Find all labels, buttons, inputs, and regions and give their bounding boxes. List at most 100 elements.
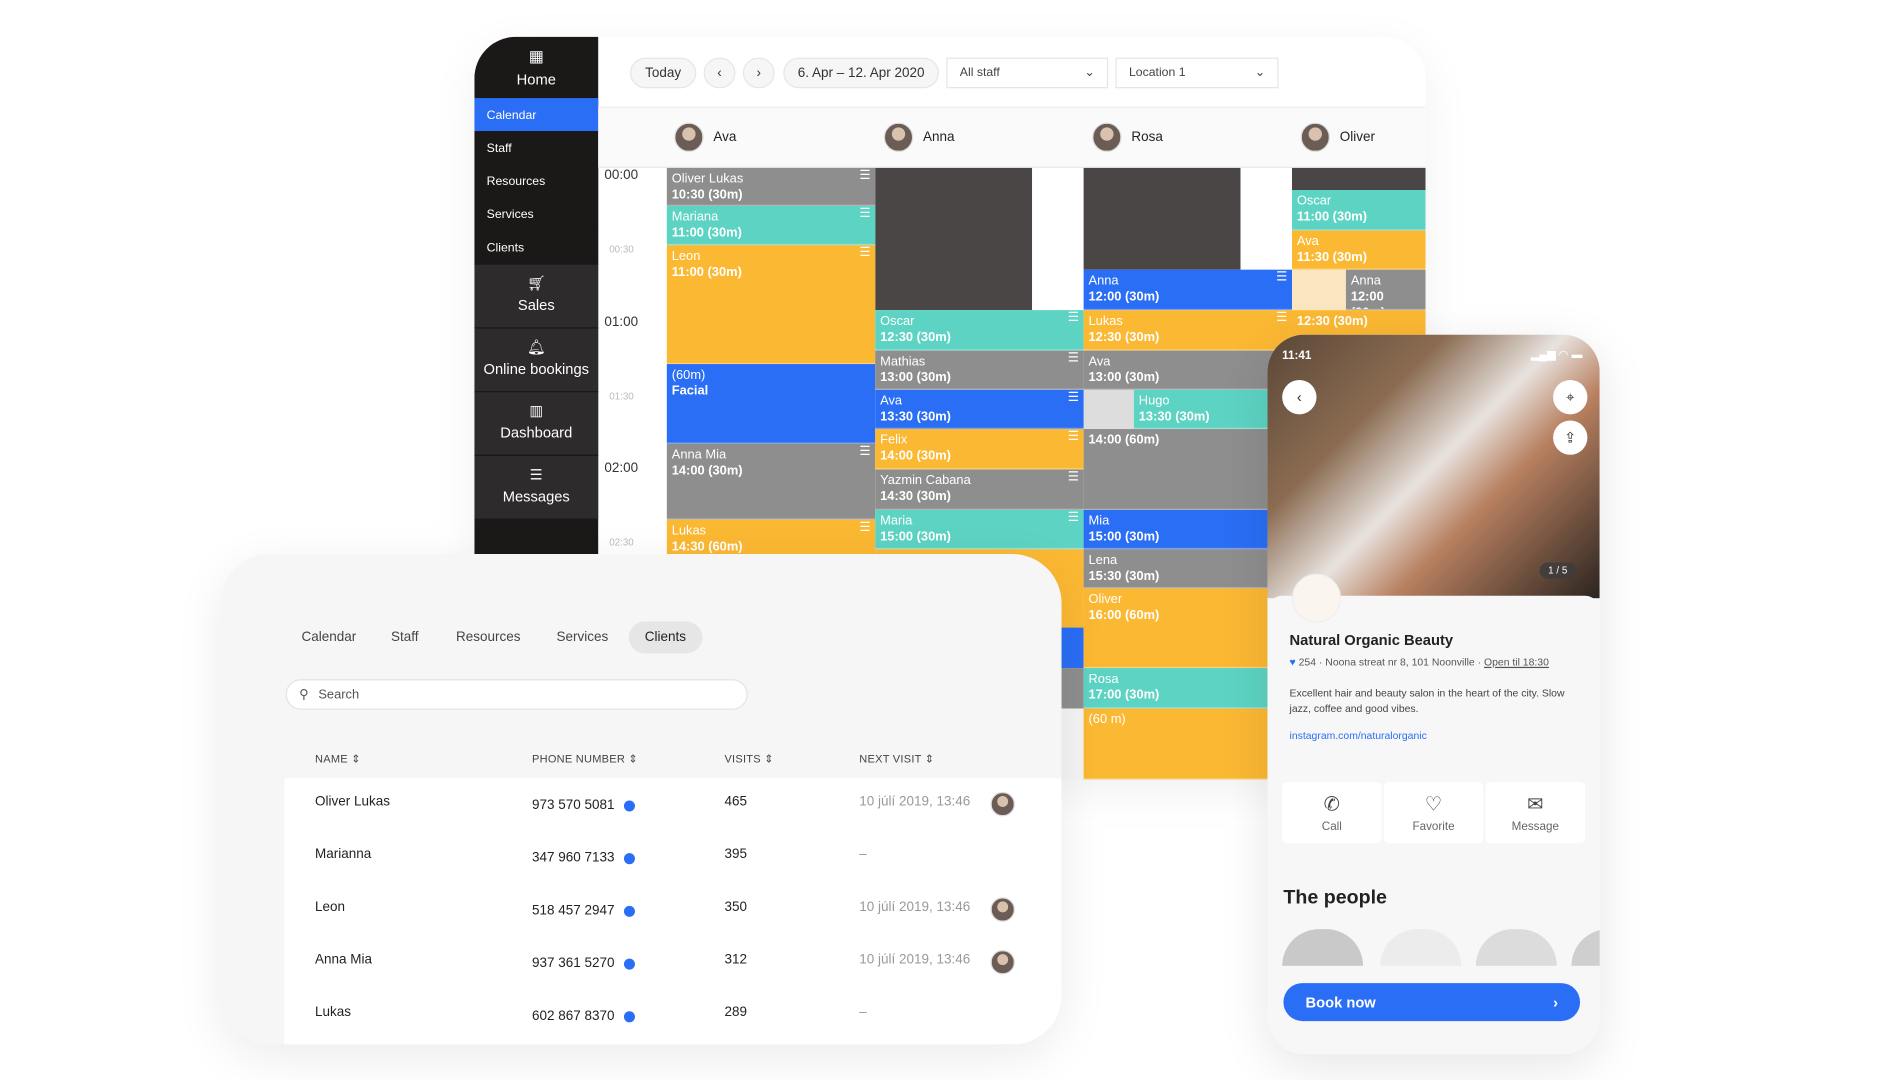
staff-ava[interactable]: Ava	[674, 122, 736, 152]
clients-table: Oliver Lukas 973 570 5081 465 10 júlí 20…	[284, 778, 1062, 1045]
chat-icon[interactable]	[624, 1010, 636, 1022]
appointment-time: 15:00 (30m)	[1088, 529, 1160, 545]
table-row[interactable]: Oliver Lukas 973 570 5081 465 10 júlí 20…	[284, 778, 1061, 831]
drag-handle-icon[interactable]: ☰	[859, 208, 870, 220]
drag-handle-icon[interactable]: ☰	[1068, 312, 1079, 324]
appointment-block[interactable]: Mia 15:00 (30m)	[1083, 509, 1268, 550]
appointment-time: 13:00 (30m)	[880, 370, 951, 385]
instagram-link[interactable]: instagram.com/naturalorganic	[1290, 729, 1427, 741]
appointment-block[interactable]: Ava 13:30 (30m) ☰	[875, 389, 1084, 430]
appointment-block[interactable]: Anna 12:00 (30m) ☰	[1083, 269, 1292, 311]
column-header-visits[interactable]: VISITS ⇕	[724, 753, 773, 766]
appointment-block[interactable]: Anna12:00 (30m)	[1345, 269, 1426, 311]
bell-icon: 🔔︎	[526, 338, 546, 356]
location-button[interactable]: ⌖	[1553, 379, 1588, 415]
chat-icon[interactable]	[624, 799, 636, 811]
drag-handle-icon[interactable]: ☰	[859, 247, 870, 259]
staff-rosa[interactable]: Rosa	[1092, 122, 1163, 152]
sidebar-item-messages[interactable]: ☰ Messages	[474, 454, 599, 519]
appointment-block[interactable]: Oscar 11:00 (30m)	[1291, 189, 1426, 231]
sidebar-item-clients[interactable]: Clients	[474, 230, 599, 264]
appointment-block[interactable]: Oliver Lukas 10:30 (30m) ☰	[666, 167, 876, 206]
drag-handle-icon[interactable]: ☰	[1068, 471, 1079, 483]
sidebar-item-resources[interactable]: Resources	[474, 164, 599, 198]
opening-hours[interactable]: Open til 18:30	[1484, 656, 1549, 668]
table-row[interactable]: Leon 518 457 2947 350 10 júlí 2019, 13:4…	[284, 884, 1061, 937]
column-header-phone[interactable]: PHONE NUMBER ⇕	[532, 753, 638, 766]
appointment-block[interactable]: Ava 11:30 (30m)	[1291, 230, 1426, 270]
chat-icon[interactable]	[624, 958, 636, 970]
appointment-block[interactable]: Lena 15:30 (30m)	[1083, 549, 1268, 589]
appointment-block[interactable]: Mariana 11:00 (30m) ☰	[666, 205, 876, 246]
tab-clients[interactable]: Clients	[628, 621, 702, 654]
location-select[interactable]: Location 1 ⌄	[1115, 57, 1279, 89]
table-row[interactable]: Anna Mia 937 361 5270 312 10 júlí 2019, …	[284, 937, 1061, 990]
client-phone: 347 960 7133	[532, 851, 636, 865]
appointment-block[interactable]: 12:30 (30m)	[1291, 310, 1426, 338]
appointment-block[interactable]: Leon 11:00 (30m) ☰	[666, 245, 876, 365]
column-header-next-visit[interactable]: NEXT VISIT ⇕	[859, 753, 934, 766]
appointment-time: 16:00 (60m)	[1088, 607, 1160, 623]
chat-icon[interactable]	[624, 905, 636, 917]
sidebar-home[interactable]: ▦ Home	[474, 37, 598, 98]
tab-staff[interactable]: Staff	[391, 621, 419, 653]
appointment-block[interactable]: Mathias 13:00 (30m) ☰	[875, 350, 1084, 390]
staff-oliver[interactable]: Oliver	[1300, 122, 1375, 152]
sidebar-item-calendar[interactable]: Calendar	[474, 98, 599, 132]
drag-handle-icon[interactable]: ☰	[859, 446, 870, 458]
appointment-block[interactable]: Hugo 13:30 (30m)	[1133, 389, 1268, 430]
drag-handle-icon[interactable]: ☰	[1068, 352, 1079, 364]
tab-services[interactable]: Services	[557, 621, 609, 653]
tab-resources[interactable]: Resources	[456, 621, 520, 653]
tab-calendar[interactable]: Calendar	[302, 621, 357, 653]
search-input[interactable]: ⚲ Search	[285, 679, 748, 710]
message-button[interactable]: ✉ Message	[1485, 782, 1585, 844]
next-week-button[interactable]: ›	[742, 57, 775, 89]
share-button[interactable]: ⇪	[1553, 420, 1588, 455]
status-clock: 11:41	[1282, 349, 1312, 363]
sidebar-item-staff[interactable]: Staff	[474, 131, 599, 165]
appointment-block[interactable]: Oscar 12:30 (30m) ☰	[875, 310, 1084, 351]
book-now-button[interactable]: Book now ›	[1283, 983, 1581, 1022]
appointment-block[interactable]: (60 m)	[1083, 708, 1268, 780]
staff-select[interactable]: All staff ⌄	[946, 57, 1109, 89]
drag-handle-icon[interactable]: ☰	[1068, 392, 1079, 404]
drag-handle-icon[interactable]: ☰	[859, 522, 870, 534]
appointment-time: Facial	[671, 383, 709, 399]
drag-handle-icon[interactable]: ☰	[859, 170, 870, 182]
column-header-name[interactable]: NAME ⇕	[315, 753, 361, 766]
date-range[interactable]: 6. Apr – 12. Apr 2020	[783, 57, 939, 89]
back-button[interactable]: ‹	[1282, 379, 1317, 415]
drag-handle-icon[interactable]: ☰	[1068, 512, 1079, 524]
appointment-time: 12:30 (30m)	[1296, 313, 1368, 329]
appointment-block[interactable]: Maria 15:00 (30m) ☰	[875, 509, 1084, 550]
appointment-name: Anna	[1350, 273, 1381, 289]
staff-anna[interactable]: Anna	[883, 122, 955, 152]
chat-icon[interactable]	[624, 852, 636, 864]
appointment-block[interactable]: Rosa 17:00 (30m)	[1083, 668, 1268, 709]
calendar-icon: ▦	[528, 46, 544, 65]
appointment-block[interactable]: Anna Mia 14:00 (30m) ☰	[666, 443, 876, 520]
appointment-block[interactable]: (60m) Facial	[666, 364, 876, 444]
sidebar-item-services[interactable]: Services	[474, 197, 599, 231]
appointment-block[interactable]: 14:00 (60m)	[1083, 429, 1268, 510]
today-button[interactable]: Today	[630, 57, 697, 89]
prev-week-button[interactable]: ‹	[703, 57, 736, 89]
appointment-block[interactable]: Yazmin Cabana 14:30 (30m) ☰	[875, 469, 1084, 510]
call-button[interactable]: ✆ Call	[1282, 782, 1382, 844]
appointment-name: Felix	[880, 432, 908, 448]
sidebar-item-dashboard[interactable]: ▥ Dashboard	[474, 391, 599, 455]
sidebar-item-online-bookings[interactable]: 🔔︎ Online bookings	[474, 327, 599, 392]
appointment-block[interactable]: Ava 13:00 (30m)	[1083, 350, 1292, 390]
appointment-block[interactable]: Felix 14:00 (30m) ☰	[875, 429, 1084, 470]
table-row[interactable]: Lukas 602 867 8370 289 –	[284, 989, 1061, 1042]
favorite-button[interactable]: ♡ Favorite	[1383, 782, 1484, 844]
appointment-block[interactable]: Oliver 16:00 (60m)	[1083, 588, 1268, 669]
drag-handle-icon[interactable]: ☰	[1068, 431, 1079, 443]
sidebar-item-sales[interactable]: 🛒︎ Sales	[474, 263, 599, 328]
drag-handle-icon[interactable]: ☰	[1276, 312, 1287, 324]
time-label: 00:30	[609, 243, 634, 255]
drag-handle-icon[interactable]: ☰	[1276, 272, 1287, 284]
table-row[interactable]: Marianna 347 960 7133 395 –	[284, 831, 1061, 884]
appointment-block[interactable]: Lukas 12:30 (30m) ☰	[1083, 310, 1292, 351]
